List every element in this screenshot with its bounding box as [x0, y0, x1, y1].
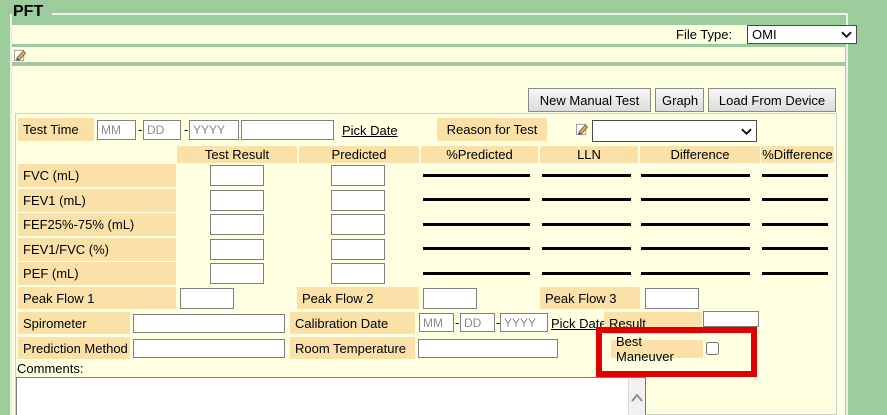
calibration-yyyy-input[interactable]	[500, 313, 548, 332]
fvc-test-result-input[interactable]	[210, 165, 264, 186]
chevron-up-icon	[631, 394, 643, 402]
reason-for-test-label: Reason for Test	[447, 122, 538, 137]
column-header-percent-difference: %Difference	[761, 146, 834, 163]
textarea-scrollbar[interactable]	[628, 378, 645, 415]
result-input[interactable]	[703, 311, 759, 327]
row-label-fvc: FVC (mL)	[18, 164, 176, 187]
fef-percent-difference-value	[762, 223, 828, 226]
fvc-percent-predicted-value	[423, 174, 530, 177]
pft-page: PFT File Type: OMI New Manual Test Graph…	[0, 0, 887, 415]
test-time-dd-input[interactable]	[143, 120, 181, 140]
fev1-fvc-test-result-input[interactable]	[210, 239, 264, 260]
calibration-dd-input[interactable]	[460, 313, 495, 332]
fef-difference-value	[641, 223, 750, 226]
test-time-time-input[interactable]	[241, 120, 334, 140]
new-manual-test-button[interactable]: New Manual Test	[528, 88, 651, 112]
spirometer-label: Spirometer	[18, 312, 130, 334]
fvc-lln-value	[542, 174, 631, 177]
highlight-annotation-box	[596, 327, 757, 377]
column-header-test-result: Test Result	[177, 146, 297, 163]
fev1-fvc-percent-difference-value	[762, 247, 828, 250]
row-label-fev1: FEV1 (mL)	[18, 189, 176, 212]
fev1-test-result-input[interactable]	[210, 190, 264, 211]
page-title: PFT	[13, 3, 43, 21]
column-header-percent-predicted: %Predicted	[421, 146, 538, 163]
chevron-down-icon	[741, 128, 752, 135]
room-temperature-input[interactable]	[418, 339, 558, 358]
calibration-date-label: Calibration Date	[290, 312, 415, 334]
fev1-predicted-input[interactable]	[331, 190, 385, 211]
fev1-fvc-predicted-input[interactable]	[331, 239, 385, 260]
test-time-mm-input[interactable]	[97, 120, 136, 140]
file-type-label: File Type:	[676, 27, 732, 42]
room-temperature-label: Room Temperature	[290, 337, 415, 359]
fev1-fvc-percent-predicted-value	[423, 247, 530, 250]
fef-predicted-input[interactable]	[331, 214, 385, 235]
pef-difference-value	[641, 272, 750, 275]
pef-predicted-input[interactable]	[331, 263, 385, 284]
fef-test-result-input[interactable]	[210, 214, 264, 235]
fev1-percent-predicted-value	[423, 198, 530, 201]
reason-for-test-select[interactable]	[592, 120, 757, 142]
pef-test-result-input[interactable]	[210, 263, 264, 284]
date-separator: -	[184, 122, 188, 137]
row-label-fef: FEF25%-75% (mL)	[18, 213, 176, 236]
test-time-pick-date-link[interactable]: Pick Date	[342, 123, 398, 138]
fev1-difference-value	[641, 198, 750, 201]
edit-pencil-icon[interactable]	[576, 122, 589, 135]
peak-flow-3-input[interactable]	[645, 288, 699, 309]
fef-percent-predicted-value	[423, 223, 530, 226]
fev1-lln-value	[542, 198, 631, 201]
reason-for-test-band: Reason for Test	[437, 118, 547, 141]
test-time-label-band: Test Time	[18, 118, 94, 141]
chevron-down-icon	[841, 31, 852, 38]
peak-flow-1-label: Peak Flow 1	[18, 287, 176, 309]
fev1-percent-difference-value	[762, 198, 828, 201]
calibration-mm-input[interactable]	[419, 313, 454, 332]
edit-bar	[12, 47, 845, 62]
load-from-device-button[interactable]: Load From Device	[708, 88, 836, 112]
fev1-fvc-difference-value	[641, 247, 750, 250]
spirometer-input[interactable]	[133, 314, 285, 333]
fvc-difference-value	[641, 174, 750, 177]
date-separator: -	[455, 315, 459, 330]
peak-flow-1-input[interactable]	[180, 288, 234, 309]
edit-pencil-icon[interactable]	[14, 48, 27, 61]
row-label-pef: PEF (mL)	[18, 262, 176, 285]
test-time-yyyy-input[interactable]	[189, 120, 239, 140]
fef-lln-value	[542, 223, 631, 226]
peak-flow-2-input[interactable]	[423, 288, 477, 309]
test-time-label: Test Time	[23, 122, 79, 137]
row-label-fev1-fvc: FEV1/FVC (%)	[18, 238, 176, 261]
prediction-method-label: Prediction Method	[18, 337, 130, 359]
comments-label: Comments:	[17, 361, 83, 376]
pef-percent-difference-value	[762, 272, 828, 275]
peak-flow-3-label: Peak Flow 3	[540, 287, 640, 309]
file-type-select[interactable]: OMI	[747, 25, 857, 44]
fieldset-border-top	[52, 13, 846, 15]
column-header-difference: Difference	[640, 146, 760, 163]
prediction-method-input[interactable]	[133, 339, 285, 358]
column-header-lln: LLN	[540, 146, 638, 163]
pef-lln-value	[542, 272, 631, 275]
file-type-value: OMI	[752, 27, 777, 42]
date-separator: -	[138, 122, 142, 137]
comments-textarea[interactable]	[16, 377, 646, 415]
fvc-percent-difference-value	[762, 174, 828, 177]
fieldset-border-right	[846, 13, 848, 415]
column-header-predicted: Predicted	[299, 146, 419, 163]
file-type-bar: File Type: OMI	[12, 25, 845, 44]
pef-percent-predicted-value	[423, 272, 530, 275]
graph-button[interactable]: Graph	[655, 88, 704, 112]
peak-flow-2-label: Peak Flow 2	[297, 287, 419, 309]
fvc-predicted-input[interactable]	[331, 165, 385, 186]
fev1-fvc-lln-value	[542, 247, 631, 250]
